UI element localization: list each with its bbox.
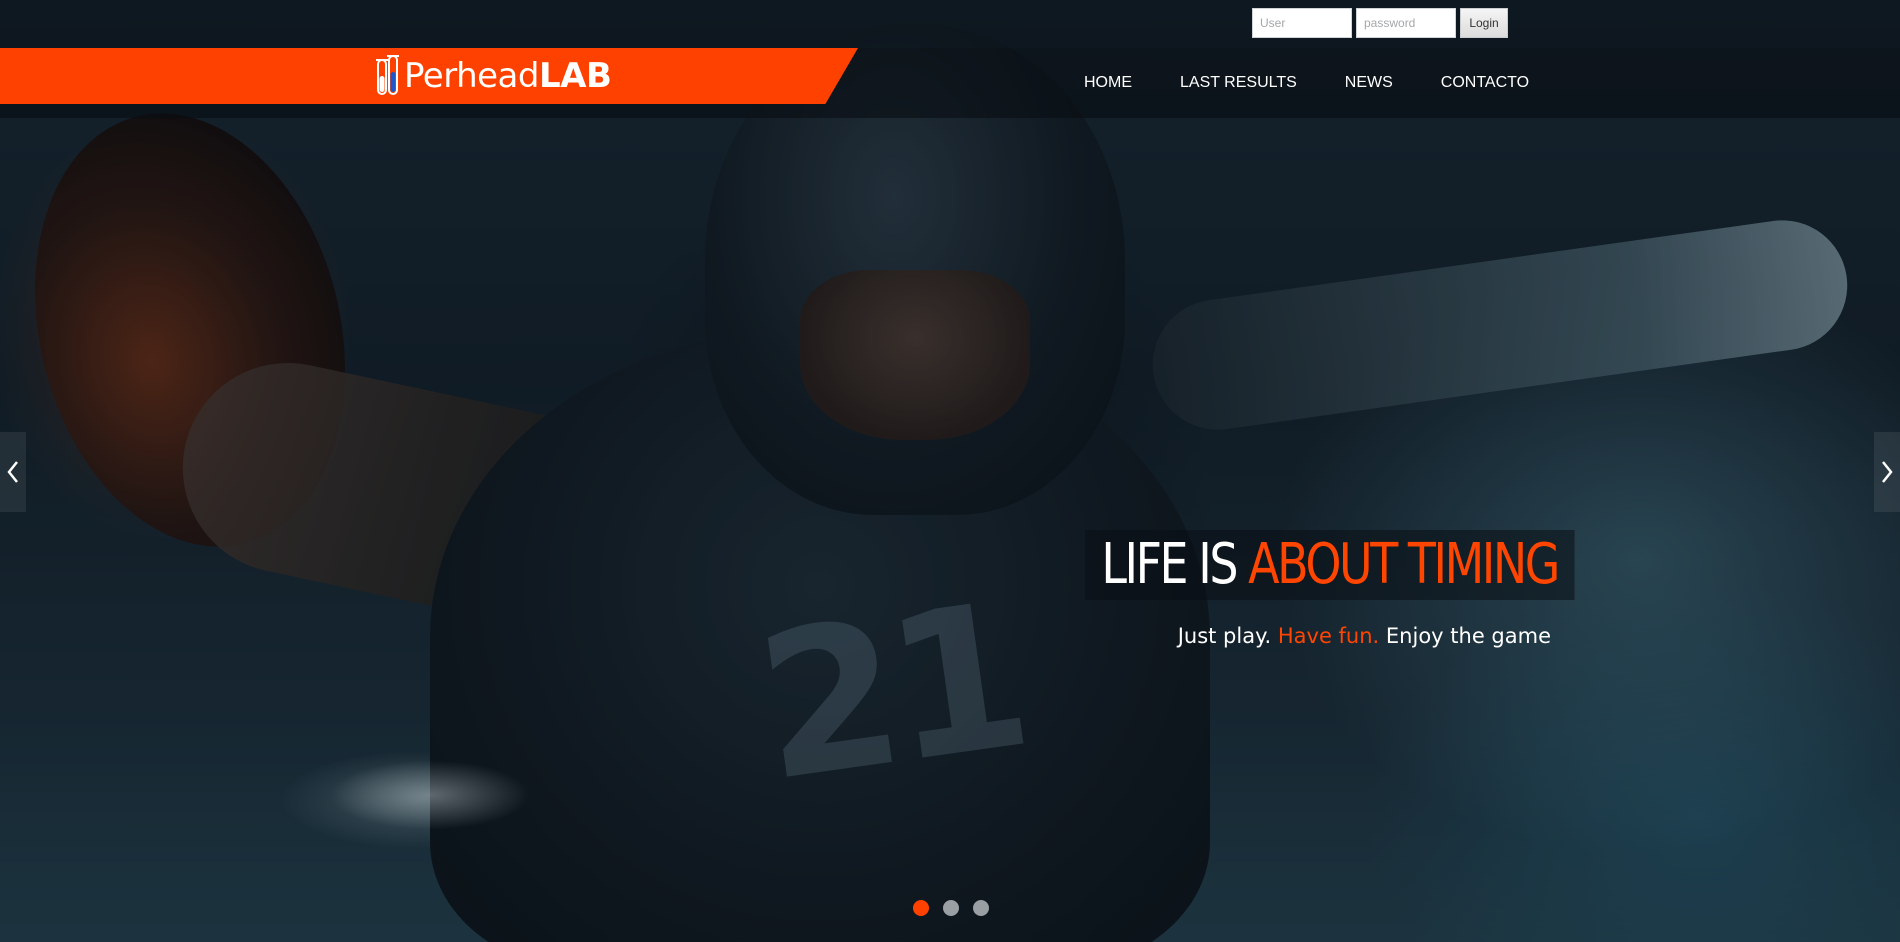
carousel-dot-3[interactable] — [973, 900, 989, 916]
login-form: Login — [1252, 8, 1508, 38]
nav-last-results[interactable]: LAST RESULTS — [1156, 48, 1321, 118]
hero-title-plain: LIFE IS — [1101, 532, 1249, 597]
page: 21 Login PerheadLAB HOME LAST RESULTS NE… — [0, 0, 1900, 942]
login-button[interactable]: Login — [1460, 8, 1508, 38]
hero-subtitle-part2: Enjoy the game — [1379, 624, 1551, 648]
brand-name-bold: LAB — [538, 56, 612, 96]
hero-overlay — [0, 0, 1900, 942]
nav-home[interactable]: HOME — [1060, 48, 1156, 118]
test-tubes-icon — [376, 55, 399, 95]
hero-subtitle: Just play. Have fun. Enjoy the game — [1178, 620, 1551, 652]
nav-news[interactable]: NEWS — [1321, 48, 1417, 118]
carousel-dot-1[interactable] — [913, 900, 929, 916]
hero-title-accent: ABOUT TIMING — [1248, 532, 1560, 597]
chevron-right-icon — [1882, 461, 1893, 483]
hero-title: LIFE IS ABOUT TIMING — [1085, 530, 1575, 600]
carousel-indicators — [913, 900, 989, 916]
user-input[interactable] — [1252, 8, 1352, 38]
nav-contacto[interactable]: CONTACTO — [1417, 48, 1553, 118]
brand-name: PerheadLAB — [404, 53, 612, 99]
main-nav: HOME LAST RESULTS NEWS CONTACTO — [1060, 48, 1553, 118]
brand-name-light: Perhead — [404, 56, 539, 96]
carousel-dot-2[interactable] — [943, 900, 959, 916]
chevron-left-icon — [7, 461, 18, 483]
password-input[interactable] — [1356, 8, 1456, 38]
hero-subtitle-accent: Have fun. — [1277, 624, 1380, 648]
carousel-next-button[interactable] — [1874, 432, 1900, 512]
top-bar — [0, 0, 1900, 48]
carousel-prev-button[interactable] — [0, 432, 26, 512]
hero-subtitle-part1: Just play. — [1177, 624, 1278, 648]
brand-logo[interactable]: PerheadLAB — [376, 53, 612, 99]
